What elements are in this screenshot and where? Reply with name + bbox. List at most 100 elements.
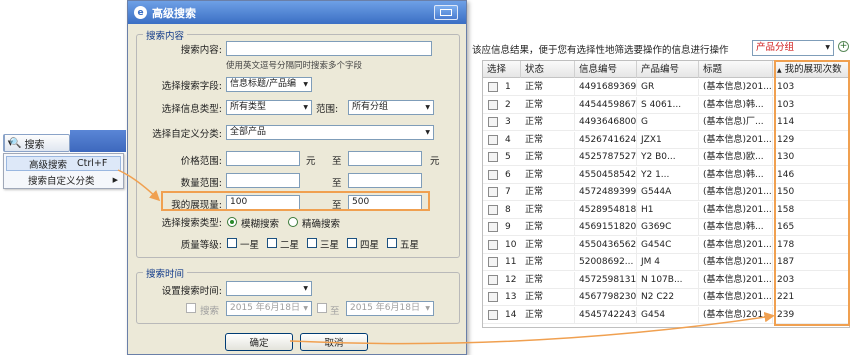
search-button[interactable]: 🔍 搜索 ▼ xyxy=(3,134,70,152)
cell-status: 正常 xyxy=(521,254,575,271)
col-status[interactable]: 状态 xyxy=(521,61,575,78)
cell-title: (基本信息)201... xyxy=(699,201,773,219)
cell-id: 45457422432 xyxy=(575,306,637,324)
close-icon xyxy=(440,9,452,16)
cell-title: (基本信息)201... xyxy=(699,184,773,201)
custom-category-label: 选择自定义分类: xyxy=(152,129,222,140)
row-checkbox[interactable] xyxy=(488,274,498,285)
cell-prod: GR xyxy=(637,79,699,96)
row-number: 10 xyxy=(505,239,517,250)
cell-status: 正常 xyxy=(521,236,575,254)
cell-prod: N 107B... xyxy=(637,271,699,289)
cell-title: (基本信息)201... xyxy=(699,236,773,254)
ok-button[interactable]: 确定 xyxy=(225,333,293,351)
results-header-text: 该应信息结果，便于您有选择性地筛选要操作的信息进行操作 xyxy=(472,45,729,56)
group-title: 搜索内容 xyxy=(143,28,188,42)
cell-id: 45504365627 xyxy=(575,236,637,254)
search-time-group: 搜索时间 xyxy=(136,266,460,324)
chevron-right-icon: ▶ xyxy=(112,175,118,184)
row-checkbox[interactable] xyxy=(488,292,498,302)
search-time-checkbox[interactable] xyxy=(186,303,196,313)
cell-id: 45725981316 xyxy=(575,271,637,289)
qty-max-input[interactable] xyxy=(348,173,422,188)
quality-label-3: 三星 xyxy=(320,240,340,251)
time-select[interactable] xyxy=(226,281,312,296)
search-menu: 高级搜索 Ctrl+F 搜索自定义分类 ▶ xyxy=(3,153,124,189)
search-field-select[interactable]: 信息标题/产品编 xyxy=(226,77,312,92)
cell-prod: G369C xyxy=(637,219,699,236)
col-info-id[interactable]: 信息编号 xyxy=(575,61,637,78)
group-filter-select[interactable]: 产品分组 xyxy=(752,40,834,56)
menu-item-shortcut: Ctrl+F xyxy=(77,158,108,169)
cell-status: 正常 xyxy=(521,79,575,96)
date-to-picker[interactable]: 2015 年6月18日 xyxy=(346,301,434,316)
row-checkbox[interactable] xyxy=(488,257,498,267)
cell-title: (基本信息)201... xyxy=(699,131,773,149)
search-time-cb-label: 搜索 xyxy=(200,306,220,317)
quality-cb-4[interactable] xyxy=(347,238,357,248)
price-max-input[interactable] xyxy=(348,151,422,166)
row-number: 9 xyxy=(505,222,511,232)
date-to-label: 至 xyxy=(330,306,340,317)
radio-exact[interactable] xyxy=(288,217,298,227)
row-checkbox[interactable] xyxy=(488,187,498,197)
row-checkbox[interactable] xyxy=(488,169,498,180)
cell-status: 正常 xyxy=(521,306,575,324)
cell-title: (基本信息)韩... xyxy=(699,219,773,236)
quality-cb-5[interactable] xyxy=(387,238,397,248)
row-checkbox[interactable] xyxy=(488,152,498,162)
search-type-label: 选择搜索类型: xyxy=(161,218,222,229)
cell-id: 45289548180 xyxy=(575,201,637,219)
col-title[interactable]: 标题 xyxy=(699,61,773,78)
menu-item-search-custom-category[interactable]: 搜索自定义分类 ▶ xyxy=(6,172,121,187)
cell-status: 正常 xyxy=(521,289,575,306)
price-min-input[interactable] xyxy=(226,151,300,166)
quality-cb-2[interactable] xyxy=(267,238,277,248)
row-checkbox[interactable] xyxy=(488,99,498,110)
row-checkbox[interactable] xyxy=(488,239,498,250)
cell-status: 正常 xyxy=(521,271,575,289)
cell-prod: G544A xyxy=(637,184,699,201)
add-icon[interactable]: + xyxy=(838,41,849,52)
highlight-count-column xyxy=(774,60,850,326)
info-type-select[interactable]: 所有类型 xyxy=(226,100,312,115)
close-button[interactable] xyxy=(434,5,458,20)
row-number: 11 xyxy=(505,257,517,267)
cell-id: 45504585421 xyxy=(575,166,637,184)
row-number: 2 xyxy=(505,99,511,110)
row-number: 13 xyxy=(505,292,517,302)
row-checkbox[interactable] xyxy=(488,204,498,215)
col-product-id[interactable]: 产品编号 xyxy=(637,61,699,78)
cell-status: 正常 xyxy=(521,201,575,219)
row-checkbox[interactable] xyxy=(488,117,498,127)
row-checkbox[interactable] xyxy=(488,309,498,320)
row-number: 4 xyxy=(505,134,511,145)
row-checkbox[interactable] xyxy=(488,82,498,92)
quality-cb-3[interactable] xyxy=(307,238,317,248)
cell-title: (基本信息)201... xyxy=(699,289,773,306)
row-number: 12 xyxy=(505,274,517,285)
scope-select[interactable]: 所有分组 xyxy=(348,100,434,115)
set-time-label: 设置搜索时间: xyxy=(161,286,222,297)
date-to-checkbox[interactable] xyxy=(317,303,327,313)
custom-category-select[interactable]: 全部产品 xyxy=(226,125,434,140)
search-content-input[interactable] xyxy=(226,41,432,56)
radio-fuzzy[interactable] xyxy=(227,217,237,227)
menu-item-advanced-search[interactable]: 高级搜索 Ctrl+F xyxy=(6,156,121,171)
cell-prod: Y2 B0... xyxy=(637,149,699,166)
search-icon: 🔍 xyxy=(9,137,22,149)
row-number: 6 xyxy=(505,169,511,180)
cell-id: 45691518205 xyxy=(575,219,637,236)
cell-status: 正常 xyxy=(521,184,575,201)
col-select[interactable]: 选择 xyxy=(483,61,521,78)
date-from-picker[interactable]: 2015 年6月18日 xyxy=(226,301,312,316)
price-unit: 元 xyxy=(430,156,440,167)
row-checkbox[interactable] xyxy=(488,134,498,145)
cell-title: (基本信息)韩... xyxy=(699,166,773,184)
qty-min-input[interactable] xyxy=(226,173,300,188)
cell-title: (基本信息)厂... xyxy=(699,114,773,131)
quality-cb-1[interactable] xyxy=(227,238,237,248)
row-checkbox[interactable] xyxy=(488,222,498,232)
cell-id: 45677982301 xyxy=(575,289,637,306)
cancel-button[interactable]: 取消 xyxy=(300,333,368,351)
